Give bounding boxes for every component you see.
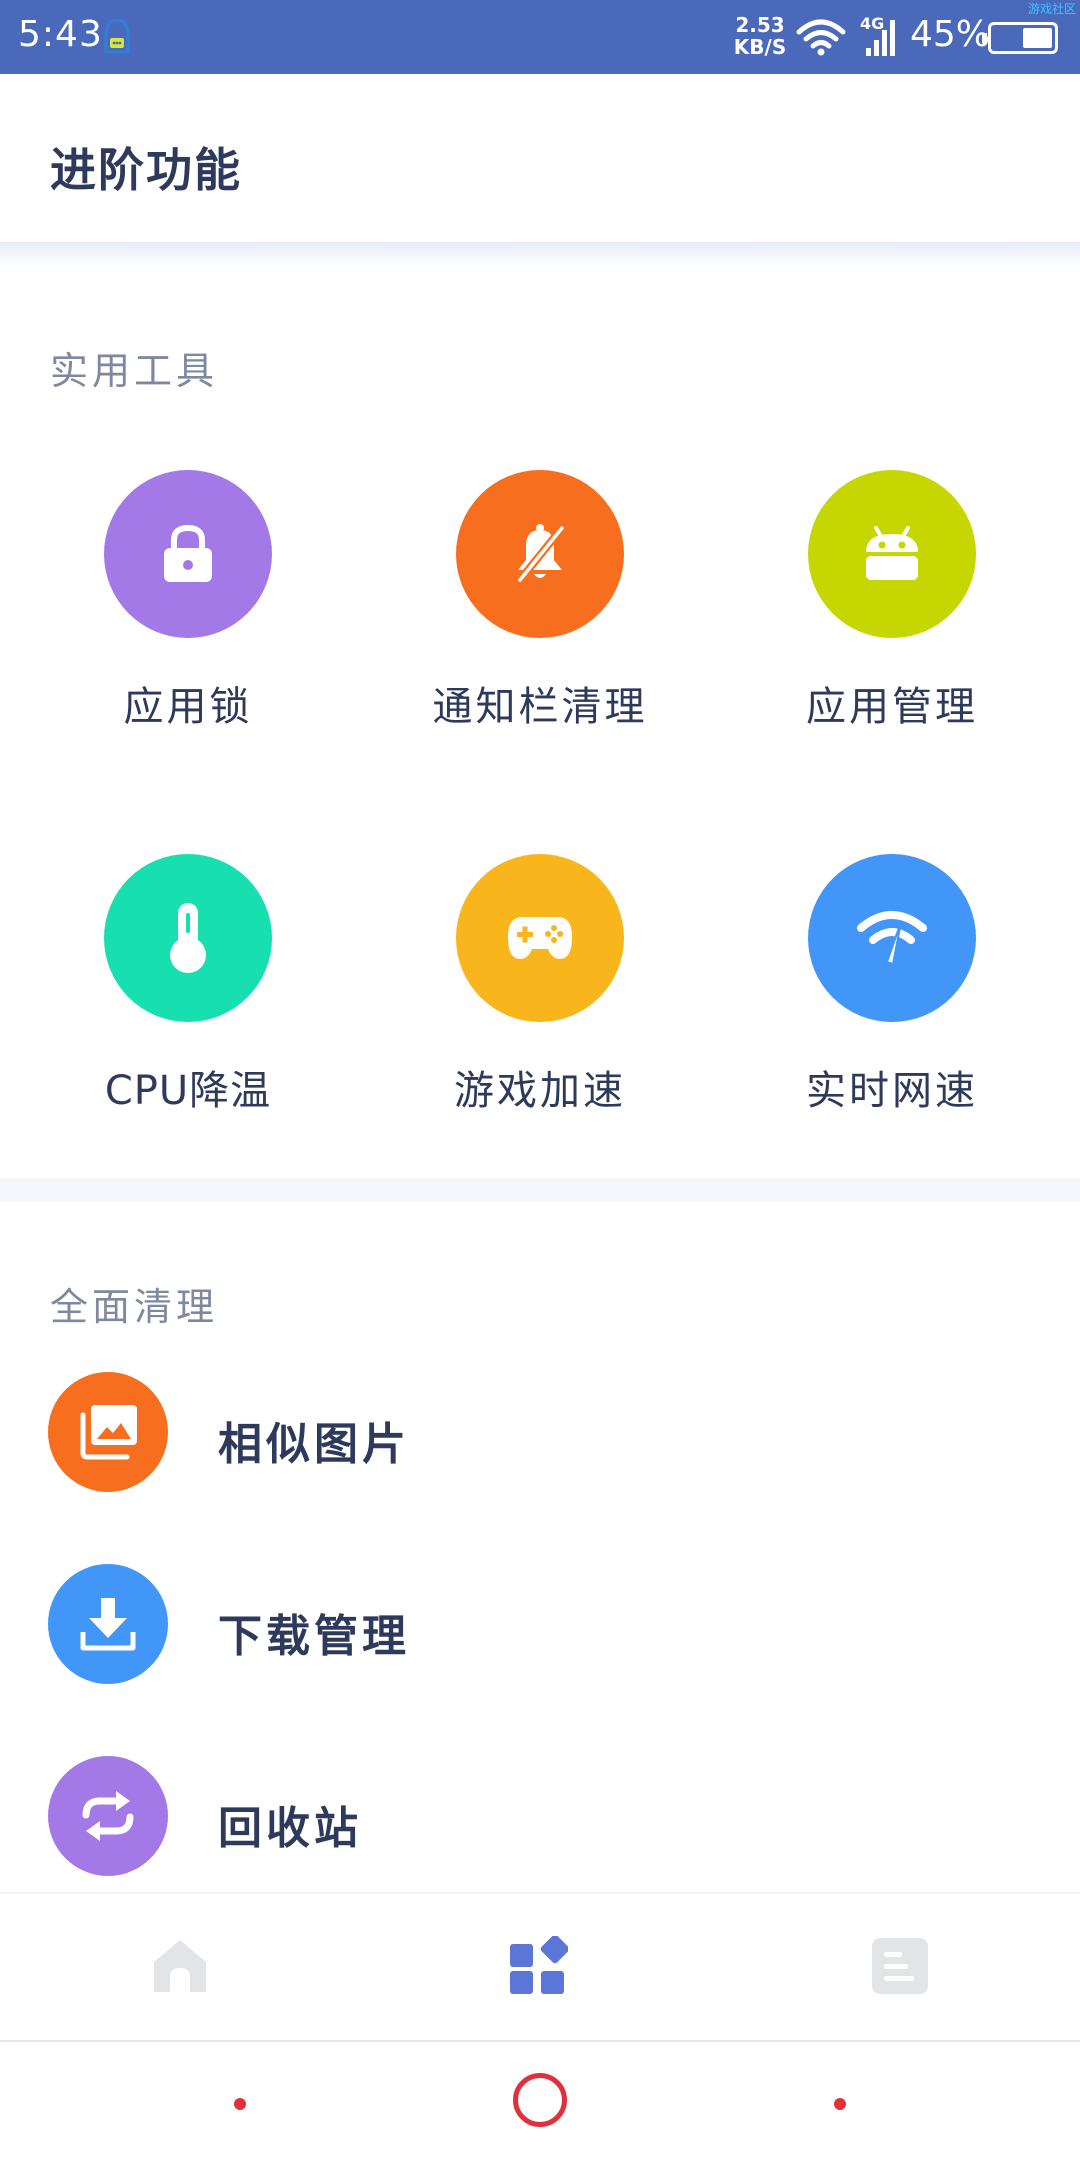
- wifi-speed-icon: [857, 911, 927, 966]
- header-shadow: [0, 242, 1080, 268]
- home-icon[interactable]: [150, 1936, 210, 1996]
- clean-recycle-bin[interactable]: 回收站: [0, 1756, 1080, 1876]
- tool-label: 应用管理: [806, 684, 978, 730]
- clean-similar-photos[interactable]: 相似图片: [0, 1372, 1080, 1492]
- tool-label: 实时网速: [806, 1068, 978, 1114]
- battery-percent: 45%: [910, 14, 991, 55]
- android-icon: [866, 526, 918, 580]
- list-circle: [48, 1564, 168, 1684]
- list-label: 相似图片: [218, 1419, 410, 1470]
- tool-label: 通知栏清理: [432, 684, 648, 730]
- battery-icon: [982, 22, 1058, 54]
- tool-label: 应用锁: [123, 684, 253, 730]
- recycle-icon: [82, 1791, 134, 1841]
- notification-app-icon: [104, 18, 130, 54]
- wifi-icon: [796, 19, 846, 56]
- tool-circle: [104, 854, 272, 1022]
- gamepad-icon: [508, 917, 572, 959]
- list-circle: [48, 1372, 168, 1492]
- net-speed-value: 2.53: [735, 13, 785, 37]
- thermometer-icon: [170, 903, 206, 973]
- page-header: 进阶功能: [0, 74, 1080, 242]
- features-grid-icon[interactable]: [508, 1936, 568, 1996]
- page-title: 进阶功能: [50, 143, 242, 197]
- status-bar: 5:43 2.53 KB/S 4G 45% 游戏社区: [0, 0, 1080, 74]
- tool-label: CPU降温: [104, 1068, 272, 1114]
- status-time: 5:43: [18, 14, 103, 55]
- tool-circle: [456, 470, 624, 638]
- section-title-tools: 实用工具: [50, 349, 219, 393]
- list-circle: [48, 1756, 168, 1876]
- watermark: 游戏社区: [1027, 2, 1076, 16]
- nav-home-button[interactable]: [513, 2073, 567, 2127]
- tool-realtime-speed[interactable]: 实时网速: [716, 854, 1068, 1174]
- tool-notification-clean[interactable]: 通知栏清理: [364, 470, 716, 790]
- tool-cpu-cool[interactable]: CPU降温: [12, 854, 364, 1174]
- signal-icon: [866, 20, 895, 56]
- nav-back-button[interactable]: [234, 2098, 246, 2110]
- battery-level: [1023, 28, 1052, 48]
- list-icon[interactable]: [870, 1936, 930, 1996]
- tool-circle: [808, 470, 976, 638]
- clean-download-manager[interactable]: 下载管理: [0, 1564, 1080, 1684]
- tool-app-manager[interactable]: 应用管理: [716, 470, 1068, 790]
- net-speed-unit: KB/S: [733, 35, 787, 59]
- bottom-tab-bar: [0, 1892, 1080, 2040]
- system-nav-bar: [0, 2040, 1080, 2160]
- download-icon: [80, 1598, 136, 1651]
- tool-circle: [808, 854, 976, 1022]
- gallery-icon: [80, 1405, 137, 1460]
- nav-recents-button[interactable]: [834, 2098, 846, 2110]
- bell-off-icon: [516, 524, 566, 583]
- net-speed: 2.53 KB/S: [732, 14, 788, 58]
- tool-circle: [456, 854, 624, 1022]
- tool-game-boost[interactable]: 游戏加速: [364, 854, 716, 1174]
- lock-icon: [164, 524, 212, 582]
- section-title-clean: 全面清理: [50, 1285, 219, 1329]
- tool-app-lock[interactable]: 应用锁: [12, 470, 364, 790]
- list-label: 下载管理: [218, 1611, 410, 1662]
- list-label: 回收站: [218, 1803, 362, 1854]
- tool-label: 游戏加速: [454, 1068, 626, 1114]
- tool-circle: [104, 470, 272, 638]
- section-divider: [0, 1178, 1080, 1202]
